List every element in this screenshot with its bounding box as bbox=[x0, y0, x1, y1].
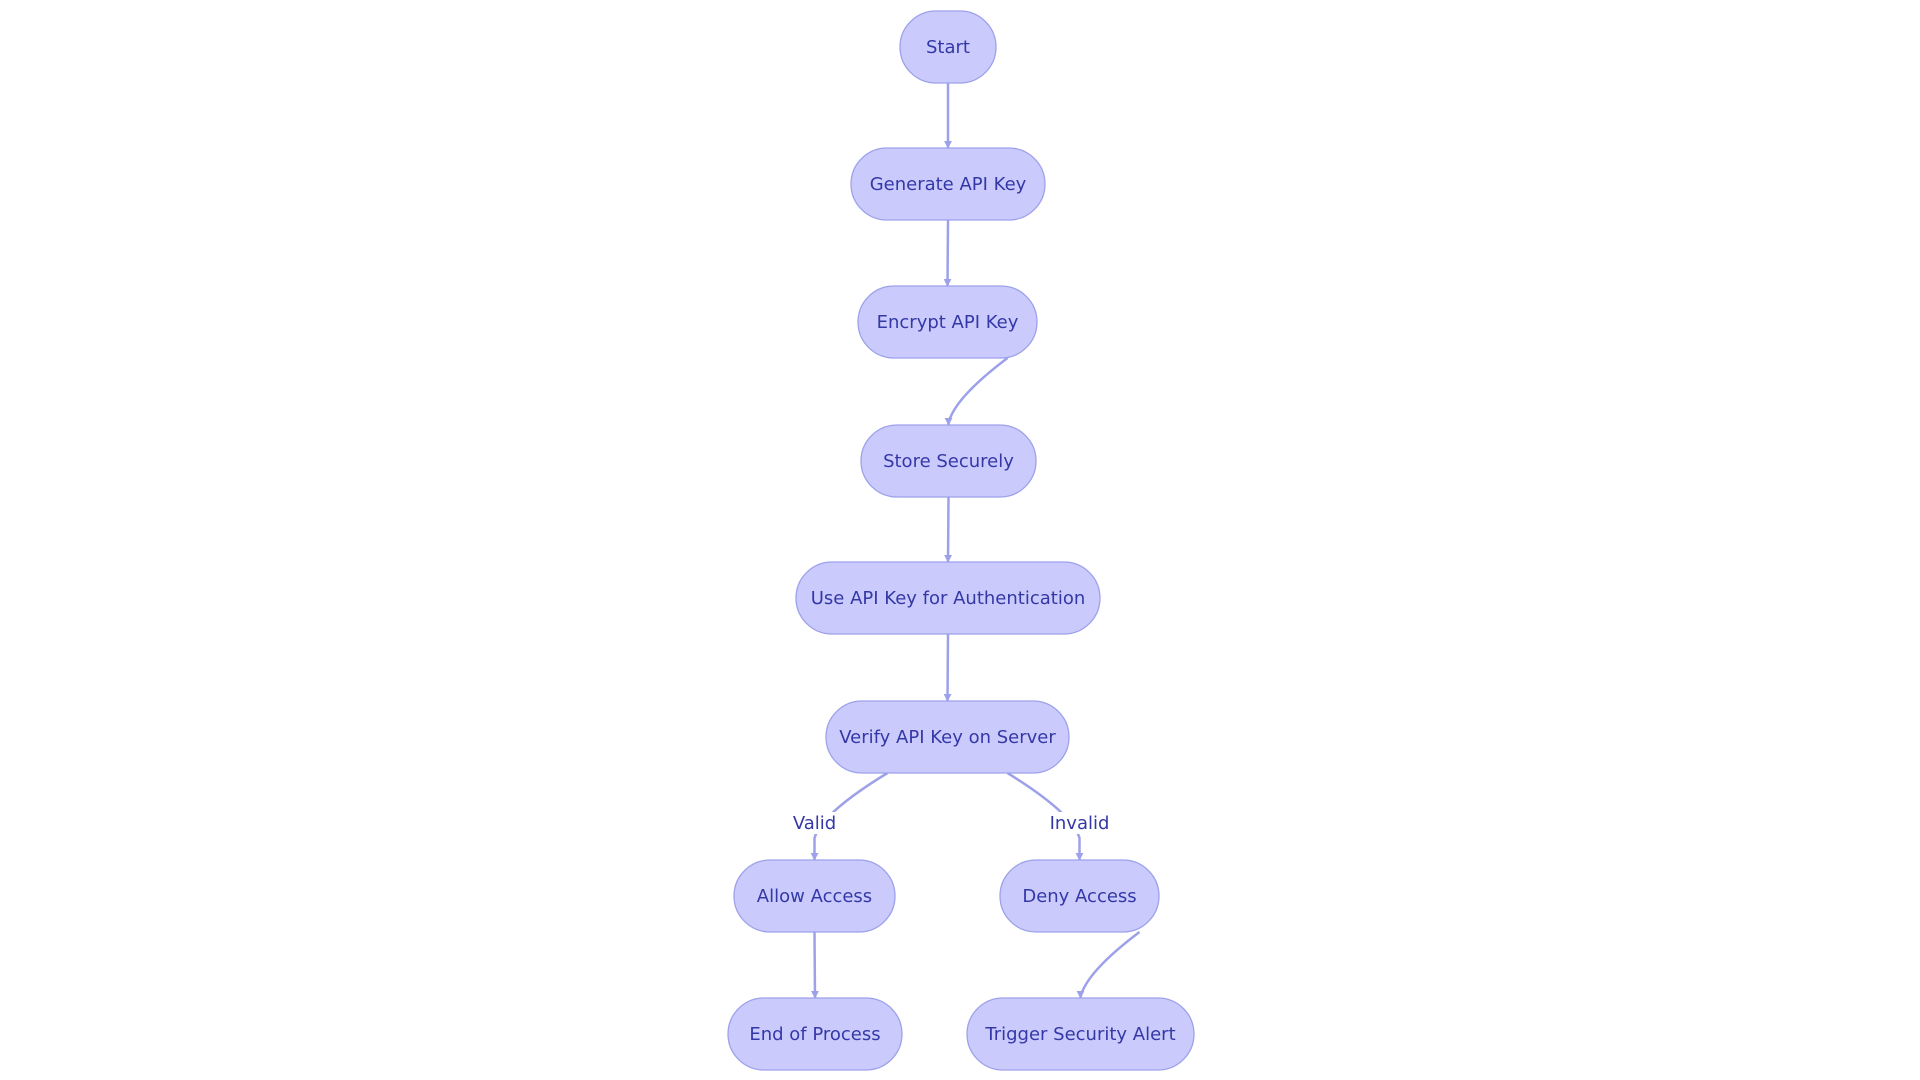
node-label: Trigger Security Alert bbox=[984, 1024, 1175, 1045]
node-label: Encrypt API Key bbox=[877, 312, 1019, 333]
edge-allow-end bbox=[810, 931, 819, 999]
node-label: Store Securely bbox=[883, 451, 1014, 472]
edge-deny-alert bbox=[1076, 931, 1141, 999]
node-deny: Deny Access bbox=[999, 859, 1160, 933]
node-end: End of Process bbox=[727, 997, 903, 1071]
node-generate: Generate API Key bbox=[850, 147, 1046, 221]
edge-encrypt-store bbox=[944, 357, 1009, 426]
node-label: Use API Key for Authentication bbox=[811, 588, 1086, 609]
node-store: Store Securely bbox=[860, 424, 1037, 498]
node-label: Verify API Key on Server bbox=[839, 727, 1056, 748]
node-label: Deny Access bbox=[1022, 886, 1136, 907]
edge-store-use bbox=[944, 496, 953, 563]
node-verify: Verify API Key on Server bbox=[825, 700, 1070, 774]
node-label: End of Process bbox=[749, 1024, 880, 1045]
node-use: Use API Key for Authentication bbox=[795, 561, 1101, 635]
flowchart: Valid Invalid Start Generate API Key Encryp… bbox=[727, 10, 1195, 1071]
edge-label: Valid bbox=[793, 813, 836, 834]
edge-use-verify bbox=[943, 633, 952, 702]
node-start: Start bbox=[899, 10, 997, 84]
node-alert: Trigger Security Alert bbox=[966, 997, 1195, 1071]
node-allow: Allow Access bbox=[733, 859, 896, 933]
node-label: Start bbox=[926, 37, 970, 58]
edge-generate-encrypt bbox=[943, 219, 952, 287]
node-encrypt: Encrypt API Key bbox=[857, 285, 1038, 359]
node-label: Allow Access bbox=[757, 886, 872, 907]
node-label: Generate API Key bbox=[870, 174, 1027, 195]
edge-label: Invalid bbox=[1050, 813, 1110, 834]
